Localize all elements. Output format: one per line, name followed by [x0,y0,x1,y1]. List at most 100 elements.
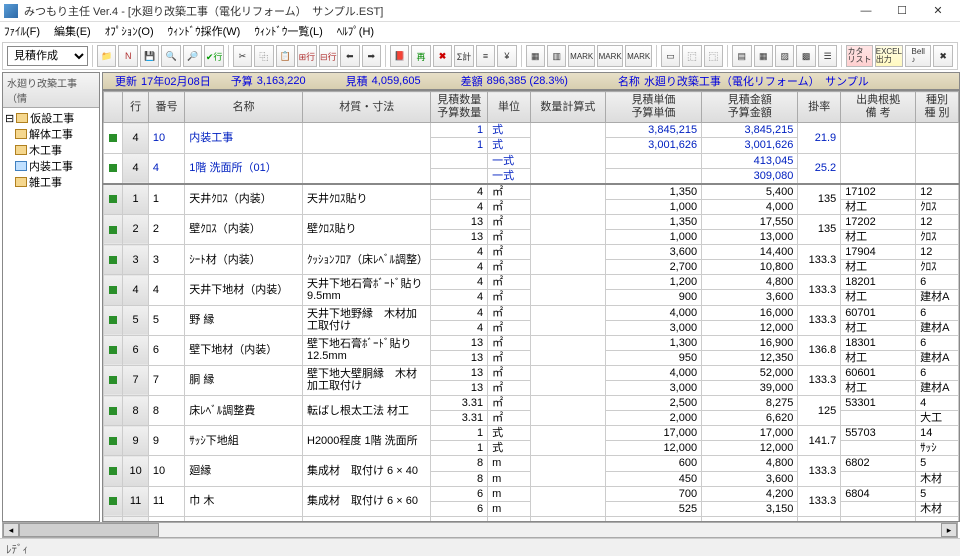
row-marker-icon [109,226,117,234]
tb-recalc-icon[interactable]: 再 [411,45,430,67]
mode-combo[interactable]: 見積作成 [7,46,88,66]
tb-grid1-icon[interactable]: ▦ [526,45,545,67]
tb-search2-icon[interactable]: 🔎 [183,45,202,67]
row-marker-icon [109,407,117,415]
table-row[interactable]: 5 5 野 縁 天井下地野縁 木材加工取付け 4 ㎡ 4,000 16,000 … [104,305,959,320]
tb-view3-icon[interactable]: ▨ [775,45,794,67]
table-row[interactable]: 10 10 廻縁 集成材 取付け 6 × 40 8 m 600 4,800 13… [104,456,959,471]
tb-mark2-icon[interactable]: MARK [597,45,623,67]
tb-view2-icon[interactable]: ▦ [754,45,773,67]
summary-est-label: 見積 [346,73,368,89]
table-row[interactable]: 1 1 天井ｸﾛｽ（内装） 天井ｸﾛｽ貼り 4 ㎡ 1,350 5,400 13… [104,184,959,200]
table-row[interactable]: 9 9 ｻｯｼ下地組 H2000程度 1階 洗面所 1 式 17,000 17,… [104,426,959,441]
summary-name-value: 水廻り改築工事（電化リフォーム） サンプル [644,73,869,89]
tb-search-icon[interactable]: 🔍 [161,45,180,67]
col-calc[interactable]: 数量計算式 [530,92,605,123]
tb-check-icon[interactable]: ✔行 [204,45,223,67]
tb-catalog-button[interactable]: カタ リスト [846,45,872,67]
horizontal-scrollbar[interactable]: ◂ ▸ [2,522,958,538]
menu-option[interactable]: ｵﾌﾟｼｮﾝ(O) [105,23,154,39]
menu-window-list[interactable]: ｳｨﾝﾄﾞｳ一覧(L) [254,23,322,39]
tb-mark3-icon[interactable]: MARK [625,45,651,67]
summary-row[interactable]: 4 4 1階 洗面所（01） 一式 413,045 25.2 [104,153,959,168]
tb-new-icon[interactable]: N [118,45,137,67]
tb-sum-icon[interactable]: Σ計 [454,45,473,67]
row-marker-icon [109,286,117,294]
row-marker-icon [109,467,117,475]
tb-right-icon[interactable]: ➡ [362,45,381,67]
col-name[interactable]: 名称 [185,92,303,123]
data-grid[interactable]: 4 10 内装工事 1 式 3,845,215 3,845,215 21.9 1… [102,90,960,522]
tb-del-row-icon[interactable]: ⊟行 [319,45,338,67]
table-row[interactable]: 4 4 天井下地材（内装） 天井下地石膏ﾎﾞｰﾄﾞ貼り 9.5mm 4 ㎡ 1,… [104,275,959,290]
table-row[interactable]: 3 3 ｼｰﾄ材（内装） ｸｯｼｮﾝﾌﾛｱ（床ﾚﾍﾞﾙ調整） 4 ㎡ 3,600… [104,245,959,260]
tb-mark1-icon[interactable]: MARK [568,45,594,67]
app-icon [4,4,18,18]
tb-excel-button[interactable]: EXCEL 出力 [875,45,903,67]
col-qty[interactable]: 見積数量 予算数量 [431,92,488,123]
row-marker-icon [109,437,117,445]
table-row[interactable]: 8 8 床ﾚﾍﾞﾙ調整費 転ばし根太工法 材工 3.31 ㎡ 2,500 8,2… [104,396,959,411]
window-titlebar: みつもり主任 Ver.4 - [水廻り改築工事（電化リフォーム） サンプル.ES… [0,0,960,22]
tb-view1-icon[interactable]: ▤ [732,45,751,67]
tb-x-icon[interactable]: ✖ [433,45,452,67]
table-row[interactable]: 11 11 巾 木 集成材 取付け 6 × 60 6 m 700 4,200 1… [104,486,959,501]
row-marker-icon [109,256,117,264]
tree-node[interactable]: ⊟仮設工事 [5,110,97,126]
minimize-button[interactable]: — [848,1,884,21]
summary-diff-label: 差額 [461,73,483,89]
col-amount[interactable]: 見積金額 予算金額 [702,92,798,123]
tb-left-icon[interactable]: ⬅ [340,45,359,67]
scroll-left-icon[interactable]: ◂ [3,523,19,537]
tb-paste-icon[interactable]: 📋 [276,45,295,67]
tb-view4-icon[interactable]: ▩ [796,45,815,67]
tb-yen-icon[interactable]: ¥ [497,45,516,67]
maximize-button[interactable]: ☐ [884,1,920,21]
col-spec[interactable]: 材質・寸法 [303,92,431,123]
menu-window-op[interactable]: ｳｨﾝﾄﾞｳ採作(W) [168,23,241,39]
menubar: ﾌｧｲﾙ(F) 編集(E) ｵﾌﾟｼｮﾝ(O) ｳｨﾝﾄﾞｳ採作(W) ｳｨﾝﾄ… [0,22,960,40]
col-no[interactable]: 番号 [148,92,184,123]
close-button[interactable]: ✕ [920,1,956,21]
row-marker-icon [109,376,117,384]
table-row[interactable]: 6 6 壁下地材（内装） 壁下地石膏ﾎﾞｰﾄﾞ貼り 12.5mm 13 ㎡ 1,… [104,335,959,350]
tb-win1-icon[interactable]: ▭ [661,45,680,67]
statusbar: ﾚﾃﾞｨ [0,538,960,556]
tree-node[interactable]: 雑工事 [5,174,97,190]
col-source[interactable]: 出典根拠 備 考 [841,92,916,123]
tb-stack-icon[interactable]: ☰ [818,45,837,67]
table-row[interactable]: 2 2 壁ｸﾛｽ（内装） 壁ｸﾛｽ貼り 13 ㎡ 1,350 17,550 13… [104,214,959,229]
col-uprice[interactable]: 見積単価 予算単価 [605,92,701,123]
summary-budget-label: 予算 [231,73,253,89]
col-rate[interactable]: 掛率 [798,92,841,123]
scroll-thumb[interactable] [19,523,159,537]
tb-close-icon[interactable]: ✖ [933,45,952,67]
table-row[interactable]: 7 7 胴 縁 壁下地大壁胴縁 木材加工取付け 13 ㎡ 4,000 52,00… [104,365,959,380]
summary-update-value: 17年02月08日 [141,73,211,89]
tb-folder-icon[interactable]: 📁 [97,45,116,67]
tb-book-icon[interactable]: 📕 [390,45,409,67]
toolbar: 見積作成 📁 N 💾 🔍 🔎 ✔行 ✂ ⿻ 📋 ⊞行 ⊟行 ⬅ ➡ 📕 再 ✖ … [2,42,958,70]
tb-win2-icon[interactable]: ⿸ [682,45,701,67]
tb-bell-button[interactable]: Bell ♪ [905,45,931,67]
col-kind[interactable]: 種別 種 別 [916,92,959,123]
tb-win3-icon[interactable]: ⿹ [704,45,723,67]
menu-edit[interactable]: 編集(E) [54,23,91,39]
tb-cut-icon[interactable]: ✂ [233,45,252,67]
col-row[interactable]: 行 [123,92,149,123]
tb-bar-icon[interactable]: ≡ [476,45,495,67]
tb-grid2-icon[interactable]: ▥ [547,45,566,67]
tb-copy-icon[interactable]: ⿻ [254,45,273,67]
sidebar-tab[interactable]: 水廻り改築工事（情 [3,73,99,108]
menu-file[interactable]: ﾌｧｲﾙ(F) [4,23,40,39]
tree-node[interactable]: 木工事 [5,142,97,158]
col-unit[interactable]: 単位 [488,92,531,123]
tree-node-selected[interactable]: 内装工事 [5,158,97,174]
summary-row[interactable]: 4 10 内装工事 1 式 3,845,215 3,845,215 21.9 [104,123,959,138]
tb-add-row-icon[interactable]: ⊞行 [297,45,316,67]
scroll-right-icon[interactable]: ▸ [941,523,957,537]
tree-node[interactable]: 解体工事 [5,126,97,142]
row-marker-icon [109,316,117,324]
menu-help[interactable]: ﾍﾙﾌﾟ(H) [337,23,374,39]
tb-save-icon[interactable]: 💾 [140,45,159,67]
